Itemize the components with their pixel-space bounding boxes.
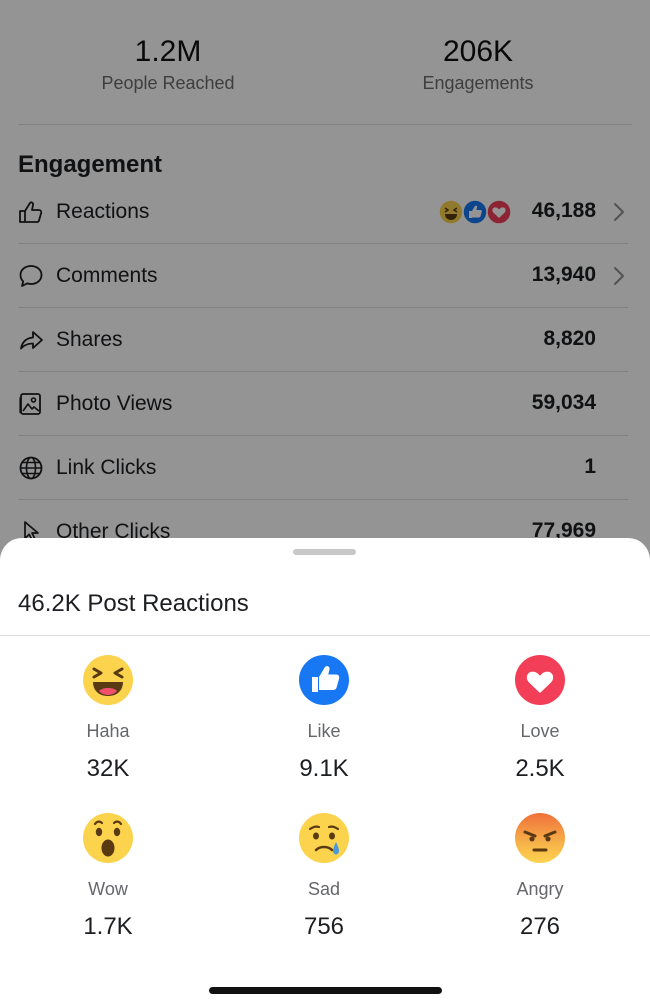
haha-emoji-icon — [83, 655, 133, 705]
reaction-sad[interactable]: Sad 756 — [224, 812, 424, 942]
reaction-haha-count: 32K — [86, 755, 130, 782]
reaction-like[interactable]: Like 9.1K — [224, 654, 424, 784]
reaction-wow[interactable]: Wow 1.7K — [8, 812, 208, 942]
reaction-sad-label: Sad — [307, 879, 341, 899]
reaction-like-label: Like — [307, 721, 341, 741]
reaction-angry-label: Angry — [516, 879, 564, 899]
sheet-divider — [0, 635, 650, 636]
reaction-sad-count: 756 — [303, 913, 345, 940]
angry-emoji-icon — [515, 813, 565, 863]
reaction-love-count: 2.5K — [515, 755, 565, 782]
reaction-haha[interactable]: Haha 32K — [8, 654, 208, 784]
like-emoji-icon — [299, 655, 349, 705]
wow-emoji-icon — [83, 813, 133, 863]
home-indicator[interactable] — [209, 987, 442, 994]
post-reactions-sheet: 46.2K Post Reactions Haha 32K Like 9.1K … — [0, 538, 650, 1007]
reaction-love-label: Love — [520, 721, 560, 741]
reaction-angry-count: 276 — [519, 913, 561, 940]
reaction-like-count: 9.1K — [299, 755, 349, 782]
reaction-angry[interactable]: Angry 276 — [440, 812, 640, 942]
love-emoji-icon — [515, 655, 565, 705]
sad-emoji-icon — [299, 813, 349, 863]
reaction-haha-label: Haha — [86, 721, 130, 741]
reaction-love[interactable]: Love 2.5K — [440, 654, 640, 784]
reaction-wow-count: 1.7K — [83, 913, 133, 940]
sheet-grabber-handle[interactable] — [293, 549, 356, 555]
sheet-title: 46.2K Post Reactions — [18, 590, 249, 617]
reaction-wow-label: Wow — [88, 879, 128, 899]
